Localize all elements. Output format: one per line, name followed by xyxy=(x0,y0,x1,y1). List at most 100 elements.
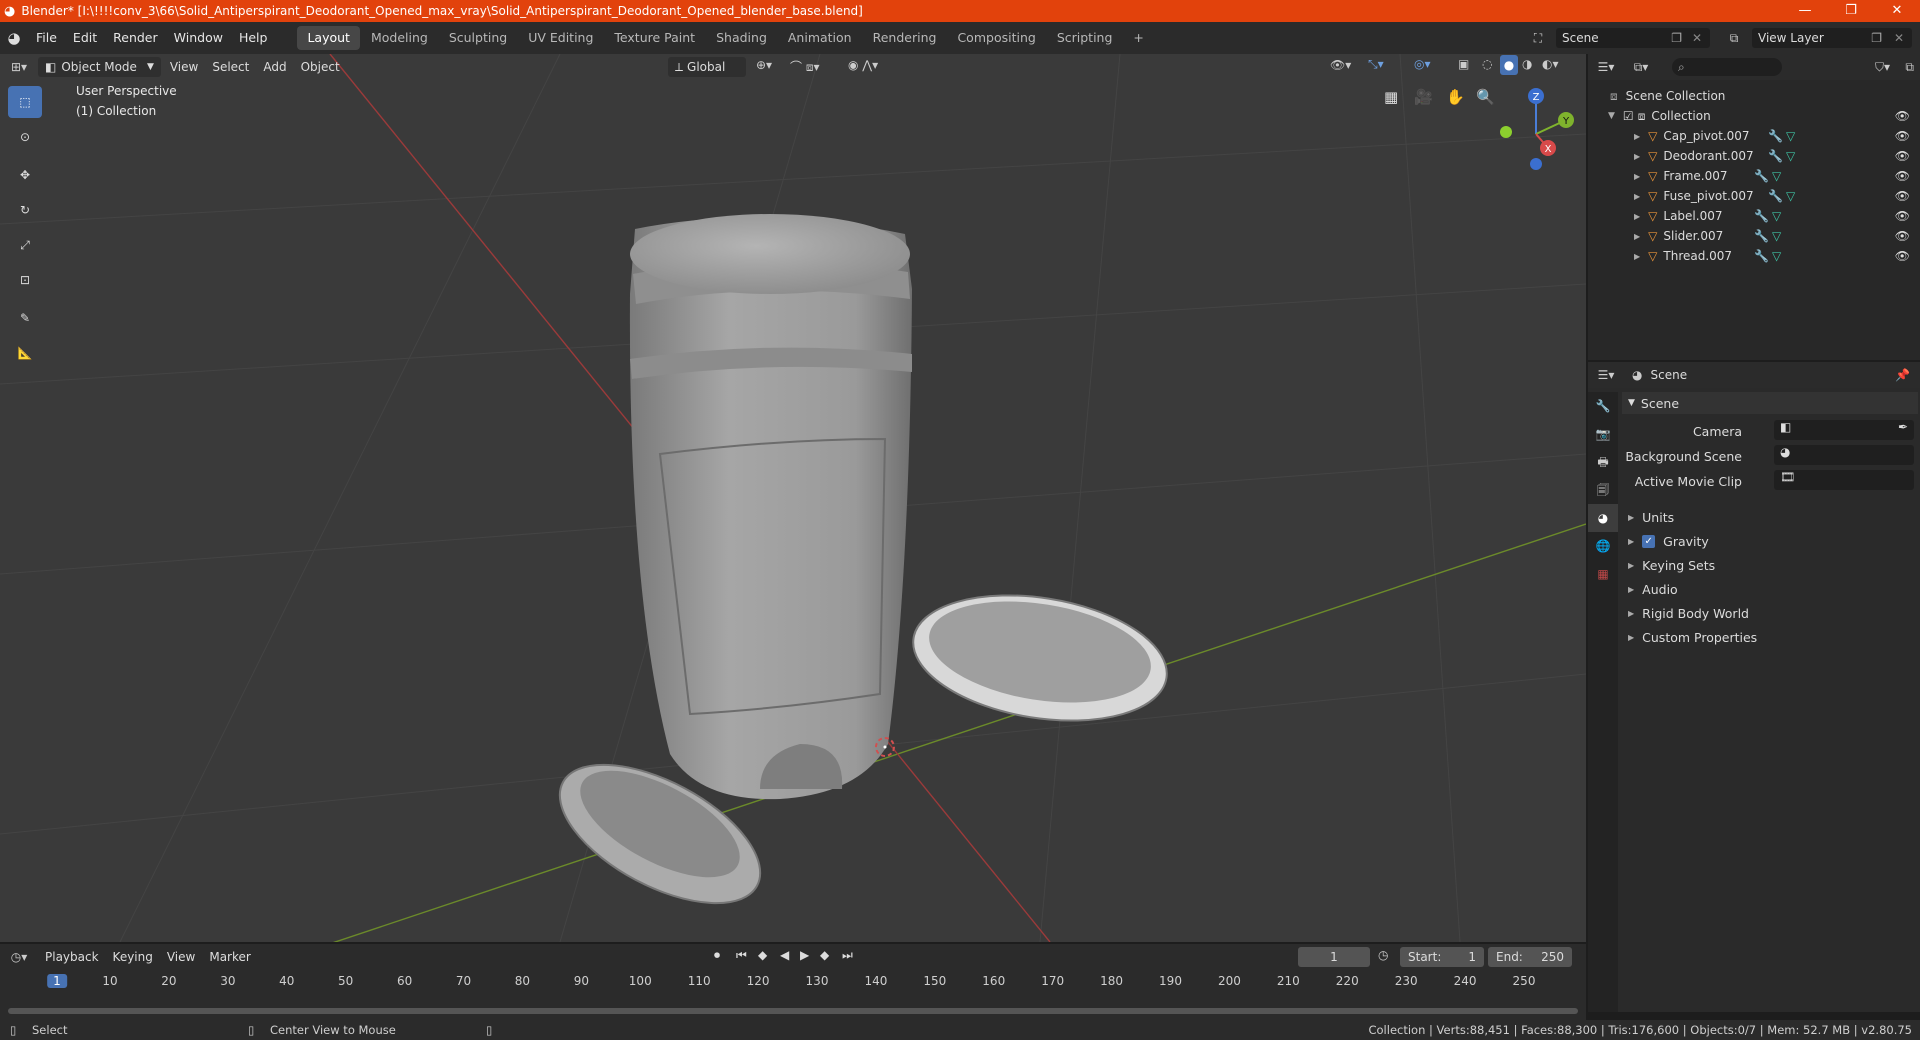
modifier-icon[interactable]: 🔧 xyxy=(1754,229,1769,243)
snap-icon[interactable]: ⌒ ⧈▾ xyxy=(790,58,819,75)
editor-type-icon[interactable]: ⊞▾ xyxy=(0,60,38,74)
expand-arrow-icon[interactable]: ▶ xyxy=(1634,232,1640,241)
eye-icon[interactable]: 👁 xyxy=(1895,109,1910,123)
eye-icon[interactable]: 👁 xyxy=(1895,229,1910,243)
properties-section[interactable]: ▶ Units xyxy=(1622,506,1918,528)
view-layer-selector[interactable]: View Layer ❐ ✕ xyxy=(1752,28,1912,48)
modifier-icon[interactable]: 🔧 xyxy=(1754,169,1769,183)
outliner-search-input[interactable]: ⌕ xyxy=(1672,58,1782,76)
eye-icon[interactable]: 👁 xyxy=(1895,169,1910,183)
mesh-data-icon[interactable]: ▽ xyxy=(1772,229,1781,243)
new-scene-icon[interactable]: ❐ xyxy=(1671,31,1682,45)
scale-tool[interactable]: ⤢ xyxy=(8,229,42,261)
render-tab-icon[interactable]: 📷 xyxy=(1588,420,1618,448)
wireframe-shading-icon[interactable]: ◌ xyxy=(1482,57,1492,71)
mesh-data-icon[interactable]: ▽ xyxy=(1772,169,1781,183)
properties-section[interactable]: ▶ Keying Sets xyxy=(1622,554,1918,576)
scene-tab-icon[interactable]: ◕ xyxy=(1588,504,1618,532)
scene-browse-icon[interactable]: ⛶ xyxy=(1526,28,1550,48)
camera-field[interactable]: ◧ ✒ xyxy=(1774,420,1914,440)
modifier-icon[interactable]: 🔧 xyxy=(1768,149,1783,163)
mesh-data-icon[interactable]: ▽ xyxy=(1786,189,1795,203)
annotate-tool[interactable]: ✎ xyxy=(8,302,42,334)
delete-view-layer-icon[interactable]: ✕ xyxy=(1894,31,1904,45)
mode-dropdown[interactable]: ◧ Object Mode ▼ xyxy=(38,57,161,77)
view-layer-tab-icon[interactable]: 🗐 xyxy=(1588,476,1618,504)
outliner-item[interactable]: ▶ ▽ Slider.007 🔧 ▽ 👁 xyxy=(1588,226,1920,246)
maximize-button[interactable]: ❐ xyxy=(1828,0,1874,22)
tab-shading[interactable]: Shading xyxy=(706,26,777,50)
measure-tool[interactable]: 📐 xyxy=(8,337,42,369)
outliner-collection-row[interactable]: ▼ ☑ ⧈ Collection 👁 xyxy=(1588,106,1920,126)
select-box-tool[interactable]: ⬚ xyxy=(8,86,42,118)
expand-arrow-icon[interactable]: ▶ xyxy=(1634,172,1640,181)
tab-texture-paint[interactable]: Texture Paint xyxy=(604,26,705,50)
xray-icon[interactable]: ▣ xyxy=(1458,57,1469,71)
eye-icon[interactable]: 👁 xyxy=(1895,149,1910,163)
view-layer-browse-icon[interactable]: ⧉ xyxy=(1722,28,1746,48)
overlay-toggle-icon[interactable]: ◎▾ xyxy=(1414,57,1431,71)
mesh-data-icon[interactable]: ▽ xyxy=(1786,149,1795,163)
move-tool[interactable]: ✥ xyxy=(8,159,42,191)
tab-uv-editing[interactable]: UV Editing xyxy=(518,26,603,50)
pan-hand-icon[interactable]: ✋ xyxy=(1446,88,1465,106)
eye-icon[interactable]: 👁 xyxy=(1895,249,1910,263)
pivot-point-icon[interactable]: ⊕▾ xyxy=(756,58,772,72)
filter-icon[interactable]: ⛉▾ xyxy=(1875,60,1890,75)
expand-arrow-icon[interactable]: ▶ xyxy=(1634,252,1640,261)
navigation-gizmo[interactable]: Z Y X xyxy=(1492,82,1582,182)
texture-tab-icon[interactable]: ▦ xyxy=(1588,560,1618,588)
tab-compositing[interactable]: Compositing xyxy=(947,26,1045,50)
modifier-icon[interactable]: 🔧 xyxy=(1754,249,1769,263)
background-scene-field[interactable]: ◕ xyxy=(1774,445,1914,465)
delete-scene-icon[interactable]: ✕ xyxy=(1692,31,1702,45)
properties-editor-type-icon[interactable]: ☰▾ xyxy=(1588,368,1624,382)
add-workspace-button[interactable]: + xyxy=(1123,26,1153,50)
menu-help[interactable]: Help xyxy=(231,22,276,54)
eye-icon[interactable]: 👁 xyxy=(1895,129,1910,143)
outliner-item[interactable]: ▶ ▽ Thread.007 🔧 ▽ 👁 xyxy=(1588,246,1920,266)
expand-arrow-icon[interactable]: ▶ xyxy=(1634,132,1640,141)
tab-scripting[interactable]: Scripting xyxy=(1047,26,1123,50)
collection-checkbox[interactable]: ☑ xyxy=(1623,109,1634,123)
outliner-item[interactable]: ▶ ▽ Fuse_pivot.007 🔧 ▽ 👁 xyxy=(1588,186,1920,206)
expand-arrow-icon[interactable]: ▶ xyxy=(1634,212,1640,221)
blender-menu-icon[interactable]: ◕ xyxy=(0,29,28,47)
tab-sculpting[interactable]: Sculpting xyxy=(439,26,517,50)
properties-section[interactable]: ▶ Rigid Body World xyxy=(1622,602,1918,624)
outliner-item[interactable]: ▶ ▽ Cap_pivot.007 🔧 ▽ 👁 xyxy=(1588,126,1920,146)
modifier-icon[interactable]: 🔧 xyxy=(1754,209,1769,223)
transform-orientation-dropdown[interactable]: ⟂ Global xyxy=(668,57,746,77)
menu-object[interactable]: Object xyxy=(294,57,347,77)
outliner-scene-collection[interactable]: ⧈ Scene Collection xyxy=(1588,86,1920,106)
expand-arrow-icon[interactable]: ▶ xyxy=(1634,192,1640,201)
active-movie-clip-field[interactable]: 🎞 xyxy=(1774,470,1914,490)
mesh-data-icon[interactable]: ▽ xyxy=(1772,209,1781,223)
collapse-arrow-icon[interactable]: ▼ xyxy=(1608,111,1615,121)
outliner-item[interactable]: ▶ ▽ Deodorant.007 🔧 ▽ 👁 xyxy=(1588,146,1920,166)
solid-shading-icon[interactable]: ● xyxy=(1500,55,1518,75)
tab-rendering[interactable]: Rendering xyxy=(863,26,947,50)
rendered-shading-icon[interactable]: ◐▾ xyxy=(1542,57,1559,71)
visibility-icon[interactable]: 👁▾ xyxy=(1330,58,1351,72)
rotate-tool[interactable]: ↻ xyxy=(8,194,42,226)
modifier-icon[interactable]: 🔧 xyxy=(1768,189,1783,203)
properties-section[interactable]: ▶ ✓ Gravity xyxy=(1622,530,1918,552)
menu-select[interactable]: Select xyxy=(205,57,256,77)
tab-animation[interactable]: Animation xyxy=(778,26,862,50)
3d-viewport[interactable]: ⊞▾ ◧ Object Mode ▼ View Select Add Objec… xyxy=(0,54,1586,942)
display-mode-icon[interactable]: ⧉▾ xyxy=(1624,60,1658,75)
output-tab-icon[interactable]: 🖶 xyxy=(1588,448,1618,476)
eye-icon[interactable]: 👁 xyxy=(1895,209,1910,223)
menu-window[interactable]: Window xyxy=(166,22,231,54)
new-view-layer-icon[interactable]: ❐ xyxy=(1871,31,1882,45)
menu-edit[interactable]: Edit xyxy=(65,22,105,54)
eye-icon[interactable]: 👁 xyxy=(1895,189,1910,203)
mesh-data-icon[interactable]: ▽ xyxy=(1786,129,1795,143)
menu-file[interactable]: File xyxy=(28,22,65,54)
material-shading-icon[interactable]: ◑ xyxy=(1522,57,1532,71)
gravity-checkbox[interactable]: ✓ xyxy=(1642,534,1656,548)
world-tab-icon[interactable]: 🌐 xyxy=(1588,532,1618,560)
cursor-tool[interactable]: ⊙ xyxy=(8,121,42,153)
camera-icon[interactable]: 🎥 xyxy=(1414,88,1433,106)
